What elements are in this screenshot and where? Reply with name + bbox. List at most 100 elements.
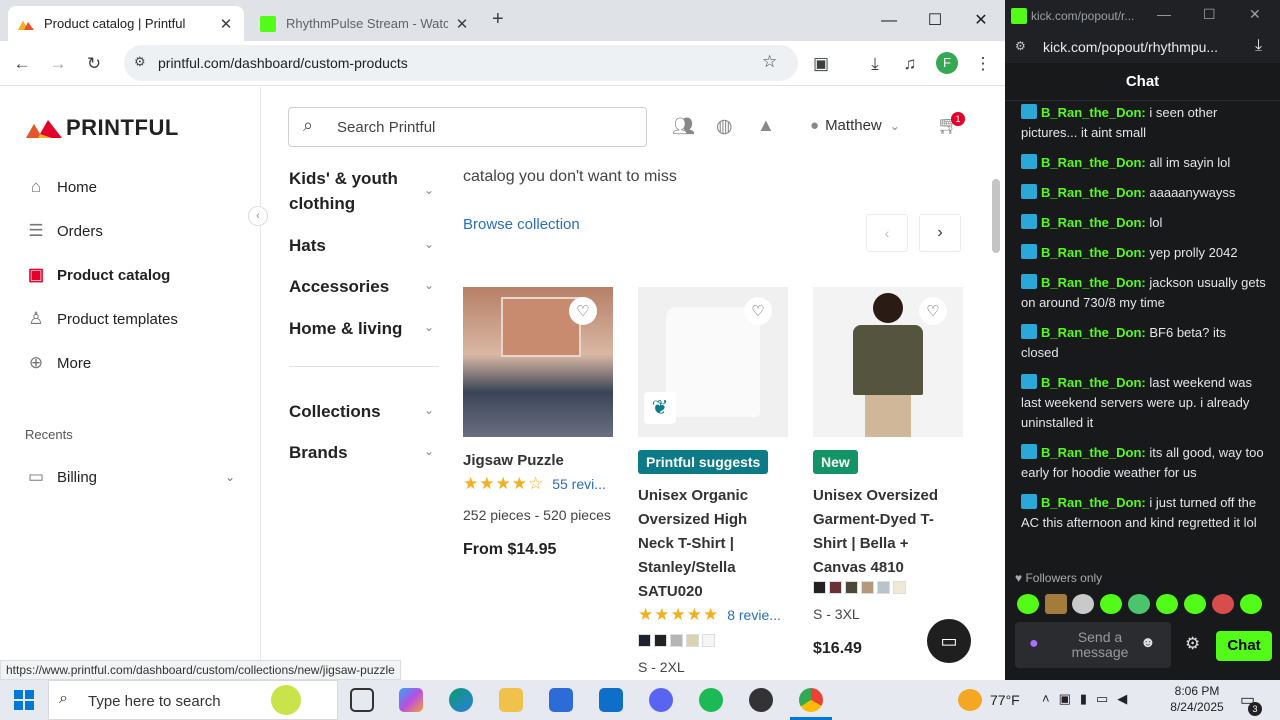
bell-icon[interactable]: ▲ (757, 115, 775, 136)
heart-icon[interactable]: ♡ (744, 297, 772, 325)
new-tab-button[interactable]: + (492, 8, 504, 31)
recent-billing[interactable]: ▭ Billing ⌄ (25, 462, 235, 492)
swatch[interactable] (670, 634, 683, 647)
product-name[interactable]: Unisex Organic Oversized High Neck T-Shi… (638, 484, 778, 604)
search-box[interactable]: ⌕ Search Printful (288, 107, 647, 147)
forward-icon[interactable]: → (46, 52, 70, 76)
bookmark-star-icon[interactable]: ☆ (762, 52, 777, 72)
product-image-jigsaw[interactable]: ♡ (463, 287, 613, 437)
task-view-icon[interactable] (350, 688, 374, 712)
nav-product-templates[interactable]: ♙ Product templates (25, 304, 178, 334)
chrome-icon[interactable] (799, 688, 823, 712)
heart-icon[interactable]: ♡ (569, 297, 597, 325)
swatch[interactable] (861, 581, 874, 594)
carousel-prev-button[interactable]: ‹ (866, 214, 908, 252)
close-window-icon[interactable]: ✕ (958, 8, 1004, 34)
swatch[interactable] (813, 581, 826, 594)
chat-username[interactable]: B_Ran_the_Don (1041, 325, 1141, 340)
emote-icon[interactable] (1017, 594, 1039, 614)
maximize-icon[interactable]: ☐ (912, 8, 958, 34)
tray-icons[interactable]: ˄▣▮▭◀ (1042, 691, 1136, 707)
collapse-sidebar-button[interactable]: ‹ (248, 206, 268, 226)
emote-icon[interactable] (1240, 594, 1262, 614)
emote-icon[interactable] (1072, 594, 1094, 614)
site-info-icon[interactable]: ⚙ (134, 54, 146, 70)
category-brands[interactable]: Brands (289, 440, 348, 465)
product-name[interactable]: Unisex Oversized Garment-Dyed T-Shirt | … (813, 484, 953, 580)
close-window-icon[interactable]: ✕ (1249, 6, 1261, 23)
team-icon[interactable]: 👥︎ (672, 116, 695, 137)
nav-home[interactable]: ⌂ Home (25, 172, 97, 202)
category-accessories[interactable]: Accessories (289, 274, 389, 299)
product-image-garment-dyed-tee[interactable]: ♡ (813, 287, 963, 437)
copilot-icon[interactable] (399, 688, 423, 712)
user-menu[interactable]: ● Matthew ⌄ (810, 117, 900, 134)
chat-username[interactable]: B_Ran_the_Don (1041, 185, 1141, 200)
swatch[interactable] (638, 634, 651, 647)
chevron-down-icon[interactable]: ⌄ (424, 278, 434, 292)
profile-avatar[interactable]: F (936, 52, 958, 74)
close-tab-icon[interactable]: ✕ (218, 15, 234, 33)
kick-address-bar[interactable]: ⚙ kick.com/popout/rhythmpu... ⤓ (1005, 33, 1280, 63)
back-icon[interactable]: ← (10, 52, 34, 76)
close-tab-icon[interactable]: ✕ (454, 15, 470, 33)
outlook-icon[interactable] (599, 688, 623, 712)
emote-icon[interactable] (1045, 594, 1067, 614)
browse-collection-link[interactable]: Browse collection (463, 216, 580, 233)
support-chat-button[interactable]: ▭ (927, 619, 971, 663)
clock[interactable]: 8:06 PM 8/24/2025 (1166, 684, 1228, 714)
tab-printful[interactable]: Product catalog | Printful ✕ (8, 6, 244, 41)
media-control-icon[interactable]: ♫ (898, 52, 922, 76)
chevron-down-icon[interactable]: ⌄ (424, 237, 434, 251)
gear-icon[interactable]: ⚙ (1185, 634, 1200, 654)
edge-icon[interactable] (449, 688, 473, 712)
swatch[interactable] (654, 634, 667, 647)
category-collections[interactable]: Collections (289, 399, 381, 424)
emote-icon[interactable] (1212, 594, 1234, 614)
chat-username[interactable]: B_Ran_the_Don (1041, 105, 1141, 120)
emote-icon[interactable] (1100, 594, 1122, 614)
chat-send-button[interactable]: Chat (1216, 631, 1272, 661)
category-hats[interactable]: Hats (289, 233, 326, 258)
menu-kebab-icon[interactable]: ⋮ (971, 52, 995, 76)
minimize-icon[interactable]: — (1157, 6, 1171, 22)
heart-icon[interactable]: ♡ (919, 297, 947, 325)
swatch[interactable] (845, 581, 858, 594)
chevron-down-icon[interactable]: ⌄ (424, 183, 434, 197)
printful-logo[interactable]: PRINTFUL (26, 115, 179, 141)
chevron-down-icon[interactable]: ⌄ (424, 444, 434, 458)
cast-icon[interactable]: ▣ (809, 52, 833, 76)
address-bar[interactable]: ⚙ printful.com/dashboard/custom-products… (124, 45, 798, 81)
emoji-icon[interactable]: ☻ (1140, 634, 1156, 651)
globe-icon[interactable]: ◍ (716, 115, 733, 138)
chat-username[interactable]: B_Ran_the_Don (1041, 275, 1141, 290)
chat-username[interactable]: B_Ran_the_Don (1041, 155, 1141, 170)
emote-icon[interactable] (1184, 594, 1206, 614)
minimize-icon[interactable]: — (866, 8, 912, 34)
chat-username[interactable]: B_Ran_the_Don (1041, 215, 1141, 230)
download-icon[interactable]: ⤓ (863, 52, 887, 76)
swatch[interactable] (702, 634, 715, 647)
reload-icon[interactable]: ↻ (82, 52, 106, 76)
mic-icon[interactable]: ● (1029, 635, 1039, 653)
emote-icon[interactable] (1156, 594, 1178, 614)
tab-kick[interactable]: RhythmPulse Stream - Watch Li ✕ (250, 6, 480, 41)
category-home-living[interactable]: Home & living (289, 316, 402, 341)
swatch[interactable] (893, 581, 906, 594)
maximize-icon[interactable]: ☐ (1203, 6, 1216, 23)
discord-icon[interactable] (649, 688, 673, 712)
spotify-icon[interactable] (699, 688, 723, 712)
carousel-next-button[interactable]: › (919, 214, 961, 252)
nav-orders[interactable]: ☰ Orders (25, 216, 102, 246)
emote-icon[interactable] (1128, 594, 1150, 614)
chat-username[interactable]: B_Ran_the_Don (1041, 445, 1141, 460)
taskbar-search[interactable]: ⌕ Type here to search (48, 680, 338, 720)
site-info-icon[interactable]: ⚙ (1015, 39, 1026, 53)
page-scrollbar[interactable] (992, 179, 1000, 253)
chat-input[interactable]: ● Send a message ☻ (1015, 622, 1171, 668)
swatch[interactable] (686, 634, 699, 647)
nav-product-catalog[interactable]: ▣ Product catalog (25, 260, 170, 290)
weather-temp[interactable]: 77°F (990, 692, 1020, 708)
reviews-link[interactable]: 55 revi... (552, 476, 606, 492)
obs-icon[interactable] (749, 688, 773, 712)
